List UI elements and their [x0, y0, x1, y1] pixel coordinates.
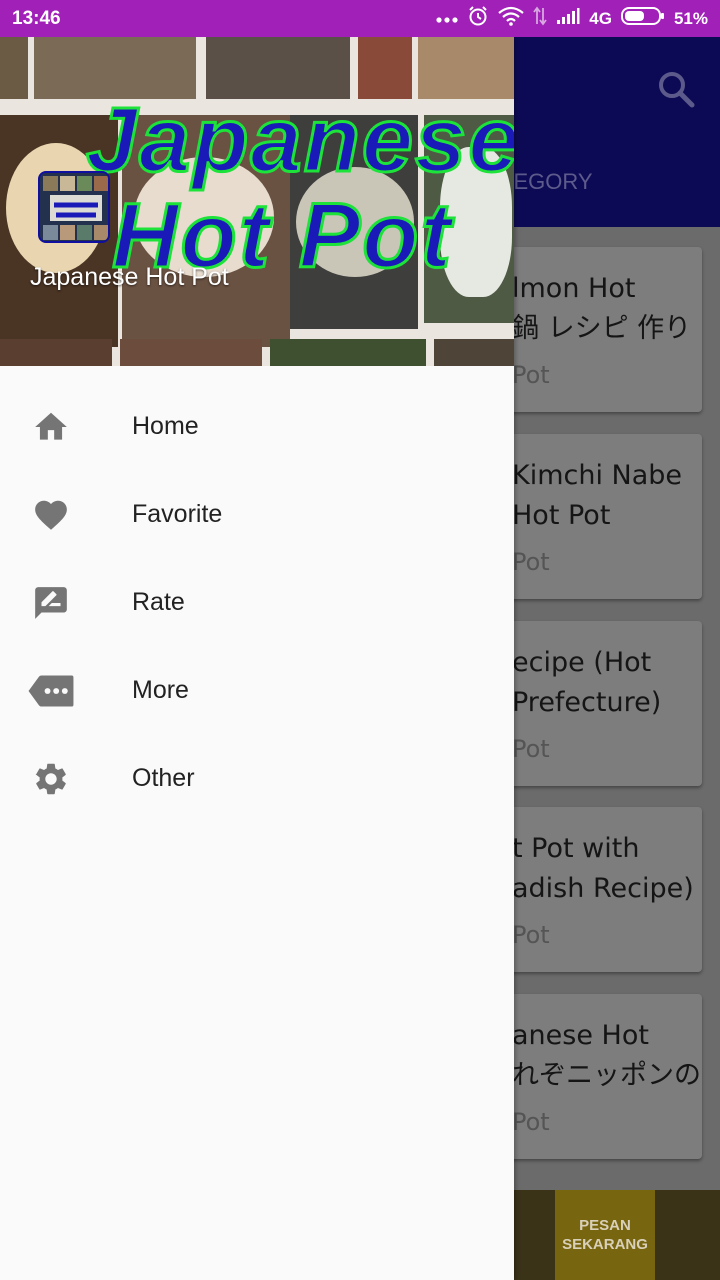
- card-title-line: Kimchi Nabe: [512, 460, 683, 491]
- card-title-line: adish Recipe): [512, 873, 694, 904]
- banner-text: PESAN: [579, 1217, 631, 1234]
- alarm-icon: [467, 5, 489, 32]
- card-title-line: Prefecture): [512, 687, 662, 718]
- card-title-line: れぞニッポンの: [512, 1060, 701, 1091]
- menu-item-label: Favorite: [132, 500, 223, 528]
- cell-signal-icon: [556, 7, 580, 30]
- app-avatar: [38, 171, 110, 243]
- card-category: Pot: [512, 361, 550, 389]
- card-title-line: t Pot with: [512, 833, 640, 864]
- gear-icon: [32, 760, 70, 798]
- heart-icon: [32, 496, 70, 534]
- search-icon[interactable]: [656, 69, 696, 109]
- recipe-card[interactable]: t Pot with adish Recipe) Pot: [500, 807, 702, 972]
- drawer-app-name: Japanese Hot Pot: [30, 263, 229, 291]
- drawer-header: Japanese Hot Pot Japanese Hot Pot: [0, 37, 514, 366]
- rate-review-icon: [32, 584, 70, 622]
- recipe-card[interactable]: ecipe (Hot Prefecture) Pot: [500, 621, 702, 786]
- ad-banner[interactable]: PESAN SEKARANG: [500, 1190, 720, 1280]
- battery-percent: 51%: [673, 8, 708, 28]
- status-icons: 4G 51%: [436, 5, 708, 32]
- menu-item-label: Home: [132, 412, 199, 440]
- menu-item-label: More: [132, 676, 189, 704]
- menu-item-other[interactable]: Other: [0, 734, 514, 822]
- home-icon: [32, 408, 70, 446]
- menu-item-rate[interactable]: Rate: [0, 558, 514, 646]
- navigation-drawer: Japanese Hot Pot Japanese Hot Pot Home F…: [0, 37, 514, 1280]
- menu-item-label: Other: [132, 764, 195, 792]
- battery-icon: [620, 6, 665, 31]
- card-category: Pot: [512, 548, 550, 576]
- card-category: Pot: [512, 921, 550, 949]
- menu-item-label: Rate: [132, 588, 185, 616]
- card-title-line: anese Hot: [512, 1020, 649, 1051]
- card-title-line: ecipe (Hot: [512, 647, 652, 678]
- recipe-card[interactable]: Kimchi Nabe Hot Pot Pot: [500, 434, 702, 599]
- data-transfer-icon: [533, 6, 548, 31]
- menu-item-home[interactable]: Home: [0, 382, 514, 470]
- drawer-menu: Home Favorite Rate More Other: [0, 382, 514, 822]
- more-dots-icon: [436, 9, 458, 29]
- card-category: Pot: [512, 735, 550, 763]
- header-title-line: Japanese: [84, 89, 514, 191]
- more-tag-icon: [28, 672, 74, 710]
- status-time: 13:46: [12, 7, 61, 29]
- card-category: Pot: [512, 1108, 550, 1136]
- recipe-card[interactable]: anese Hot れぞニッポンの Pot: [500, 994, 702, 1159]
- network-type: 4G: [589, 8, 612, 28]
- card-title-line: 鍋 レシピ 作り: [512, 313, 692, 344]
- banner-text: SEKARANG: [562, 1236, 648, 1253]
- status-bar: 13:46 4G 51%: [0, 0, 720, 37]
- wifi-icon: [498, 6, 524, 31]
- recipe-card[interactable]: lmon Hot 鍋 レシピ 作り Pot: [500, 247, 702, 412]
- menu-item-more[interactable]: More: [0, 646, 514, 734]
- card-title-line: Hot Pot: [512, 500, 611, 531]
- menu-item-favorite[interactable]: Favorite: [0, 470, 514, 558]
- header-title-art: Japanese Hot Pot: [84, 93, 514, 284]
- card-title-line: lmon Hot: [512, 273, 636, 304]
